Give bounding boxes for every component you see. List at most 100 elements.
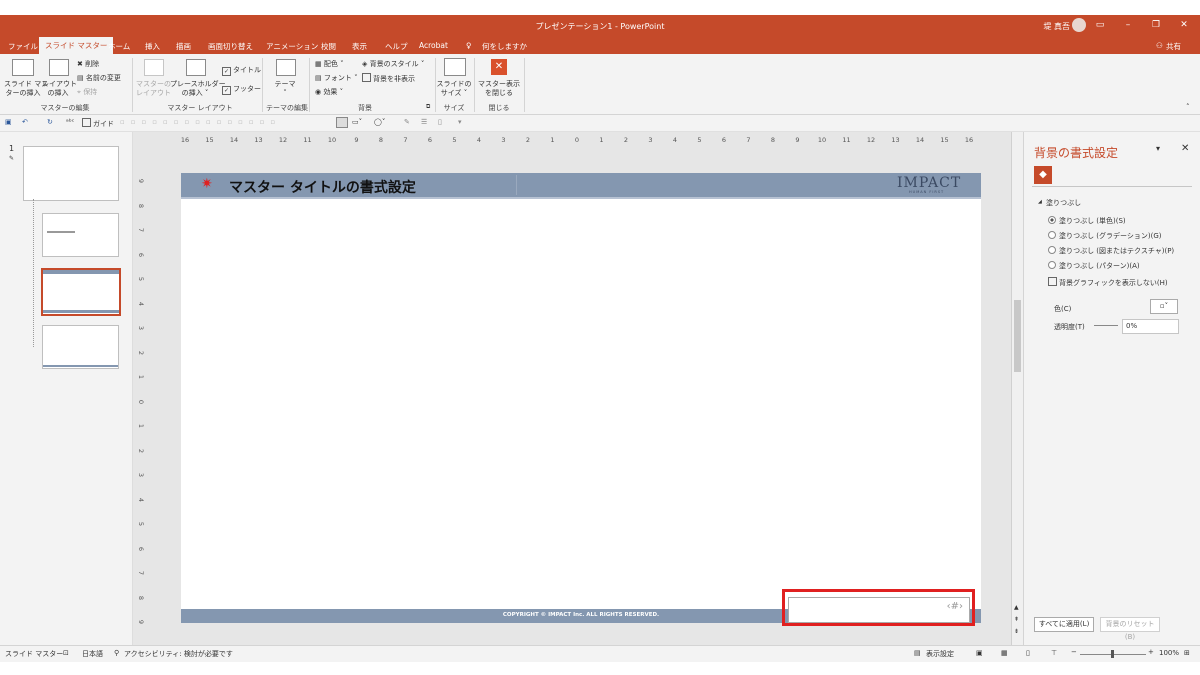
shape-icon[interactable]: ◯˅ [374, 118, 385, 126]
tab-acrobat[interactable]: Acrobat [419, 41, 448, 50]
selection-pane-icon[interactable] [336, 117, 348, 128]
master-layout-button[interactable]: マスターの レイアウト [136, 80, 171, 98]
pane-options-icon[interactable]: ▾ [1156, 144, 1160, 153]
zoom-level[interactable]: 100% [1159, 649, 1179, 657]
zoom-out-icon[interactable]: − [1071, 648, 1077, 656]
slideshow-icon[interactable]: ⊤ [1051, 649, 1057, 657]
slide-size-button[interactable]: スライドの サイズ ˅ [436, 80, 472, 98]
slide-title[interactable]: マスター タイトルの書式設定 [229, 177, 416, 197]
tab-view[interactable]: 表示 [352, 41, 367, 52]
fill-option-picture[interactable]: 塗りつぶし (図またはテクスチャ)(P) [1048, 246, 1174, 256]
minimize-icon[interactable]: – [1120, 18, 1136, 32]
share-button[interactable]: 共有 [1166, 41, 1181, 52]
ribbon-display-icon[interactable]: ▭ [1092, 18, 1108, 32]
spelling-icon[interactable]: ᵃᵇᶜ [66, 118, 74, 126]
themes-dropdown-icon[interactable]: ˅ [268, 89, 302, 98]
save-icon[interactable]: ▣ [5, 118, 12, 126]
ruler-tick-label: 10 [327, 136, 337, 144]
slide[interactable]: ✷ マスター タイトルの書式設定 IMPACT HUMAN FIRST COPY… [181, 173, 981, 626]
layout-thumbnail-selected[interactable] [41, 268, 121, 316]
language-label[interactable]: 日本語 [82, 649, 103, 659]
reset-background-button[interactable]: 背景のリセット(B) [1100, 617, 1160, 641]
tab-file[interactable]: ファイル [8, 41, 38, 52]
rename-button[interactable]: ▤ 名前の変更 [77, 73, 121, 83]
new-doc-icon[interactable]: ▯ [438, 118, 442, 126]
expand-triangle-icon[interactable]: ◢ [1038, 199, 1042, 205]
delete-button[interactable]: ✖ 削除 [77, 59, 99, 69]
master-thumbnail[interactable] [23, 146, 119, 201]
tab-insert[interactable]: 挿入 [145, 41, 160, 52]
scroll-up-icon[interactable]: ▲ [1014, 604, 1019, 611]
ruler-tick-label: 1 [599, 136, 604, 144]
slide-sorter-icon[interactable]: ▦ [1001, 649, 1008, 657]
title-underline [181, 197, 981, 199]
layout-icon[interactable]: ▭˅ [352, 118, 362, 126]
guide-checkbox[interactable]: ガイド [82, 118, 114, 129]
logo-tagline: HUMAN FIRST [909, 190, 945, 194]
fill-section-header[interactable]: 塗りつぶし [1046, 198, 1081, 208]
hide-graphics-checkbox[interactable]: 背景グラフィックを表示しない(H) [1048, 277, 1168, 288]
fit-slide-icon[interactable]: ⊞ [1184, 649, 1190, 657]
themes-button[interactable]: テーマ [268, 80, 302, 89]
transparency-input[interactable]: 0% [1122, 319, 1179, 334]
tab-home[interactable]: ホーム [108, 41, 130, 52]
font-icon: ▤ [315, 74, 322, 82]
tab-animations[interactable]: アニメーション [266, 41, 318, 52]
preserve-button[interactable]: ⌖ 保持 [77, 87, 97, 97]
zoom-in-icon[interactable]: + [1148, 648, 1154, 656]
ruler-tick-label: 8 [378, 136, 384, 144]
fill-bucket-icon[interactable]: ◆ [1034, 166, 1052, 184]
close-icon[interactable]: ✕ [1176, 18, 1192, 32]
scrollbar-thumb[interactable] [1014, 300, 1021, 372]
pane-close-icon[interactable]: ✕ [1181, 143, 1189, 154]
hide-background-checkbox[interactable]: 背景を非表示 [362, 73, 415, 84]
qat-extra-icons[interactable]: ▫▫▫▫▫▫▫▫▫▫▫▫▫▫▫ [120, 118, 281, 126]
highlight-box [782, 589, 975, 626]
insert-layout-button[interactable]: レイアウト の挿入 [42, 80, 77, 98]
avatar[interactable] [1072, 18, 1086, 32]
ruler-tick-label: 11 [303, 136, 312, 144]
align-icon[interactable]: ☰ [421, 118, 427, 126]
color-picker-button[interactable]: ▫˅ [1150, 299, 1178, 314]
fill-option-solid[interactable]: 塗りつぶし (単色)(S) [1048, 216, 1126, 226]
apply-all-button[interactable]: すべてに適用(L) [1034, 617, 1094, 632]
tab-slide-master[interactable]: スライド マスター [39, 37, 114, 54]
layout-thumbnail-blank[interactable] [42, 325, 119, 369]
themes-icon [276, 59, 296, 76]
normal-view-icon[interactable]: ▣ [976, 649, 983, 657]
tab-help[interactable]: ヘルプ [385, 41, 408, 52]
format-painter-icon[interactable]: ✎ [404, 118, 410, 126]
effects-button[interactable]: ◉ 効果 ˅ [315, 87, 343, 97]
notes-icon[interactable]: ⊡ [63, 649, 69, 657]
fill-option-gradient[interactable]: 塗りつぶし (グラデーション)(G) [1048, 231, 1162, 241]
title-checkbox[interactable]: ✓ タイトル [222, 65, 261, 76]
tab-draw[interactable]: 描画 [176, 41, 191, 52]
layout-thumbnail-title[interactable] [42, 213, 119, 257]
display-settings-button[interactable]: 表示設定 [926, 649, 954, 659]
collapse-ribbon-icon[interactable]: ˄ [1186, 103, 1190, 111]
tab-review[interactable]: 校閲 [321, 41, 336, 52]
tell-me-search[interactable]: 何をしますか [482, 41, 527, 52]
hide-graphics-label: 背景グラフィックを表示しない(H) [1059, 279, 1168, 287]
prev-slide-icon[interactable]: ⇞ [1014, 616, 1019, 623]
fonts-button[interactable]: ▤ フォント ˅ [315, 73, 358, 83]
close-master-view-button[interactable]: マスター表示 を閉じる [476, 80, 522, 98]
redo-icon[interactable]: ↻ [47, 118, 53, 126]
insert-placeholder-button[interactable]: プレースホルダー の挿入 ˅ [170, 80, 226, 98]
user-name[interactable]: 堤 真吾 [1043, 21, 1070, 32]
reading-view-icon[interactable]: ▯ [1026, 649, 1030, 657]
footer-checkbox[interactable]: ✓ フッター [222, 84, 261, 95]
customize-qat-icon[interactable]: ▾ [458, 118, 462, 126]
accessibility-status[interactable]: アクセシビリティ: 検討が必要です [124, 649, 233, 659]
background-styles-button[interactable]: ◈ 背景のスタイル ˅ [362, 59, 424, 69]
next-slide-icon[interactable]: ⇟ [1014, 628, 1019, 635]
zoom-slider-thumb[interactable] [1111, 650, 1114, 658]
insert-master-button[interactable]: スライド マス ターの挿入 [4, 80, 48, 98]
restore-icon[interactable]: ❐ [1148, 18, 1164, 32]
colors-button[interactable]: ▦ 配色 ˅ [315, 59, 344, 69]
undo-icon[interactable]: ↶ [22, 118, 28, 126]
dialog-launcher-icon[interactable]: ⧉ [426, 103, 430, 111]
fill-option-pattern[interactable]: 塗りつぶし (パターン)(A) [1048, 261, 1140, 271]
transparency-slider[interactable] [1094, 325, 1118, 326]
tab-transitions[interactable]: 画面切り替え [208, 41, 253, 52]
